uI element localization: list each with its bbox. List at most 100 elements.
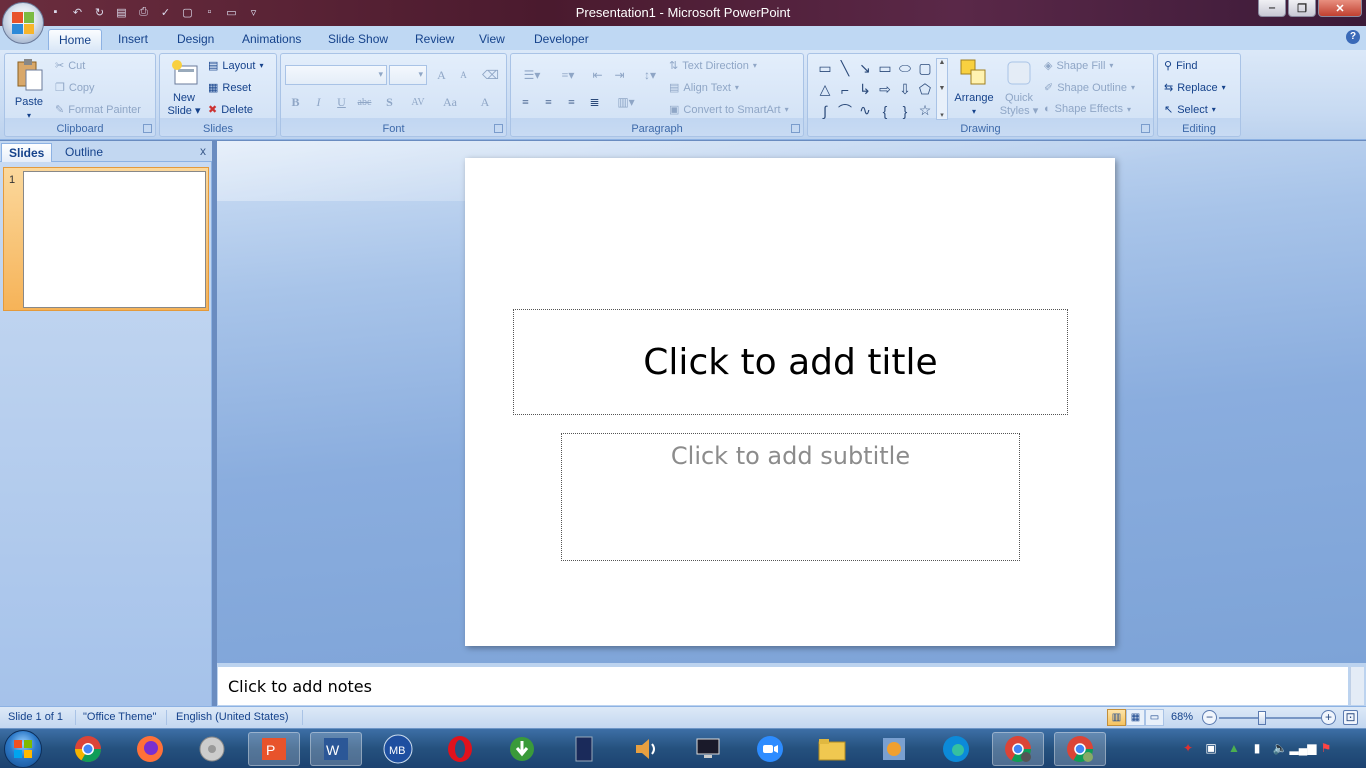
chrome-user-icon[interactable] bbox=[992, 732, 1044, 766]
rounded-rect-shape-icon[interactable]: ▢ bbox=[915, 58, 935, 79]
increase-indent-icon[interactable]: ⇥ bbox=[609, 65, 630, 85]
arrange-button[interactable]: Arrange ▾ bbox=[952, 58, 996, 118]
office-button[interactable] bbox=[2, 2, 44, 44]
tab-design[interactable]: Design bbox=[167, 29, 224, 50]
oval-shape-icon[interactable]: ⬭ bbox=[895, 58, 915, 79]
rectangle-shape-icon[interactable]: ▭ bbox=[875, 58, 895, 79]
convert-smartart-button[interactable]: ▣ Convert to SmartArt ▾ bbox=[669, 103, 789, 117]
fit-to-window-icon[interactable]: ⊡ bbox=[1343, 710, 1358, 725]
close-button[interactable]: ✕ bbox=[1318, 0, 1362, 17]
font-launcher-icon[interactable] bbox=[494, 124, 503, 133]
notes-pane[interactable]: Click to add notes bbox=[218, 667, 1348, 705]
format-painter-button[interactable]: ✎ Format Painter bbox=[55, 103, 141, 117]
elbow-connector-icon[interactable]: ⌐ bbox=[835, 79, 855, 100]
word-icon[interactable]: W bbox=[310, 732, 362, 766]
device-icon[interactable]: ▮ bbox=[1249, 739, 1265, 757]
line-spacing-icon[interactable]: ↕▾ bbox=[635, 65, 665, 85]
firefox-icon[interactable] bbox=[124, 732, 176, 766]
shrink-font-button[interactable]: A bbox=[453, 65, 474, 85]
align-left-icon[interactable]: ≡ bbox=[515, 92, 536, 112]
help-icon[interactable]: ? bbox=[1346, 30, 1360, 44]
triangle-shape-icon[interactable]: △ bbox=[815, 79, 835, 100]
bold-button[interactable]: B bbox=[285, 92, 306, 112]
delete-button[interactable]: ✖ Delete bbox=[208, 103, 253, 117]
theme-status[interactable]: "Office Theme" bbox=[83, 711, 156, 723]
right-arrow-shape-icon[interactable]: ⇨ bbox=[875, 79, 895, 100]
quick-styles-button[interactable]: Quick Styles ▾ bbox=[998, 58, 1040, 118]
columns-icon[interactable]: ▥▾ bbox=[611, 92, 641, 112]
powerpoint-icon[interactable]: P bbox=[248, 732, 300, 766]
select-button[interactable]: ↖ Select ▾ bbox=[1164, 103, 1216, 117]
tab-animations[interactable]: Animations bbox=[232, 29, 311, 50]
text-direction-button[interactable]: ⇅ Text Direction ▾ bbox=[669, 59, 757, 73]
flag-icon[interactable]: ⚑ bbox=[1318, 739, 1334, 757]
decrease-indent-icon[interactable]: ⇤ bbox=[587, 65, 608, 85]
tab-slide-show[interactable]: Slide Show bbox=[318, 29, 398, 50]
network-icon[interactable]: ▂▄▆ bbox=[1290, 739, 1317, 757]
windows-start-icon[interactable] bbox=[4, 730, 42, 768]
align-text-button[interactable]: ▤ Align Text ▾ bbox=[669, 81, 739, 95]
right-brace-icon[interactable]: } bbox=[895, 100, 915, 121]
title-placeholder[interactable]: Click to add title bbox=[513, 309, 1068, 415]
tab-outline[interactable]: Outline bbox=[58, 143, 110, 162]
shape-fill-button[interactable]: ◈ Shape Fill ▾ bbox=[1044, 59, 1113, 73]
tab-review[interactable]: Review bbox=[405, 29, 464, 50]
replace-button[interactable]: ⇆ Replace ▾ bbox=[1164, 81, 1226, 95]
textbox-shape-icon[interactable]: ▭ bbox=[815, 58, 835, 79]
slide-canvas[interactable]: Click to add title Click to add subtitle bbox=[465, 158, 1115, 646]
font-color-button[interactable]: A bbox=[471, 92, 499, 112]
arrow-line-shape-icon[interactable]: ↘ bbox=[855, 58, 875, 79]
left-brace-icon[interactable]: { bbox=[875, 100, 895, 121]
media-icon[interactable] bbox=[186, 732, 238, 766]
download-icon[interactable] bbox=[496, 732, 548, 766]
down-arrow-shape-icon[interactable]: ⇩ bbox=[895, 79, 915, 100]
arc-shape-icon[interactable]: ⌒ bbox=[835, 100, 855, 121]
subtitle-placeholder[interactable]: Click to add subtitle bbox=[561, 433, 1020, 561]
tab-view[interactable]: View bbox=[469, 29, 515, 50]
shadow-button[interactable]: S bbox=[379, 92, 400, 112]
font-family-combo[interactable] bbox=[285, 65, 387, 85]
star-shape-icon[interactable]: ☆ bbox=[915, 100, 935, 121]
paragraph-launcher-icon[interactable] bbox=[791, 124, 800, 133]
reset-button[interactable]: ▦ Reset bbox=[208, 81, 251, 95]
volume-icon[interactable]: 🔈 bbox=[1272, 739, 1288, 757]
zoom-icon[interactable] bbox=[744, 732, 796, 766]
underline-button[interactable]: U bbox=[331, 92, 352, 112]
clipboard-launcher-icon[interactable] bbox=[143, 124, 152, 133]
tab-slides[interactable]: Slides bbox=[1, 143, 53, 162]
grow-font-button[interactable]: A bbox=[431, 65, 452, 85]
triangle-icon[interactable]: ▲ bbox=[1226, 739, 1242, 757]
chrome-icon[interactable] bbox=[62, 732, 114, 766]
cut-button[interactable]: ✂ Cut bbox=[55, 59, 85, 73]
layout-button[interactable]: ▤ Layout ▾ bbox=[208, 59, 263, 73]
monitor-icon[interactable] bbox=[682, 732, 734, 766]
tab-insert[interactable]: Insert bbox=[108, 29, 158, 50]
close-panel-icon[interactable]: x bbox=[200, 144, 206, 158]
book-icon[interactable] bbox=[558, 732, 610, 766]
folder-icon[interactable] bbox=[806, 732, 858, 766]
paste-button[interactable]: Paste ▾ bbox=[11, 58, 47, 122]
shapes-gallery[interactable]: ▭ ╲ ↘ ▭ ⬭ ▢ △ ⌐ ↳ ⇨ ⇩ ⬠ ∫ ⌒ ∿ { } ☆ bbox=[815, 58, 935, 120]
slide-thumbnail-item[interactable]: 1 bbox=[3, 167, 209, 311]
align-right-icon[interactable]: ≡ bbox=[561, 92, 582, 112]
shapes-gallery-scroll[interactable]: ▲ ▼ ▾ bbox=[936, 58, 948, 120]
zoom-out-icon[interactable]: − bbox=[1202, 710, 1217, 725]
drawing-launcher-icon[interactable] bbox=[1141, 124, 1150, 133]
zoom-slider[interactable] bbox=[1219, 717, 1321, 719]
strikethrough-button[interactable]: abc bbox=[354, 92, 375, 112]
slide-show-view-icon[interactable]: ▭ bbox=[1145, 709, 1164, 726]
speaker-icon[interactable] bbox=[620, 732, 672, 766]
bullets-icon[interactable]: ☰▾ bbox=[515, 65, 549, 85]
numbering-icon[interactable]: ≡▾ bbox=[551, 65, 585, 85]
minimize-button[interactable]: ‒ bbox=[1258, 0, 1286, 17]
justify-icon[interactable]: ≣ bbox=[584, 92, 605, 112]
slide-thumbnail[interactable] bbox=[23, 171, 206, 308]
malwarebytes-icon[interactable]: MB bbox=[372, 732, 424, 766]
chrome-profile-icon[interactable] bbox=[1054, 732, 1106, 766]
font-size-combo[interactable] bbox=[389, 65, 427, 85]
photo-icon[interactable] bbox=[868, 732, 920, 766]
freeform-shape-icon[interactable]: ⬠ bbox=[915, 79, 935, 100]
slide-sorter-view-icon[interactable]: ▦ bbox=[1126, 709, 1145, 726]
align-center-icon[interactable]: ≡ bbox=[538, 92, 559, 112]
opera-icon[interactable] bbox=[434, 732, 486, 766]
